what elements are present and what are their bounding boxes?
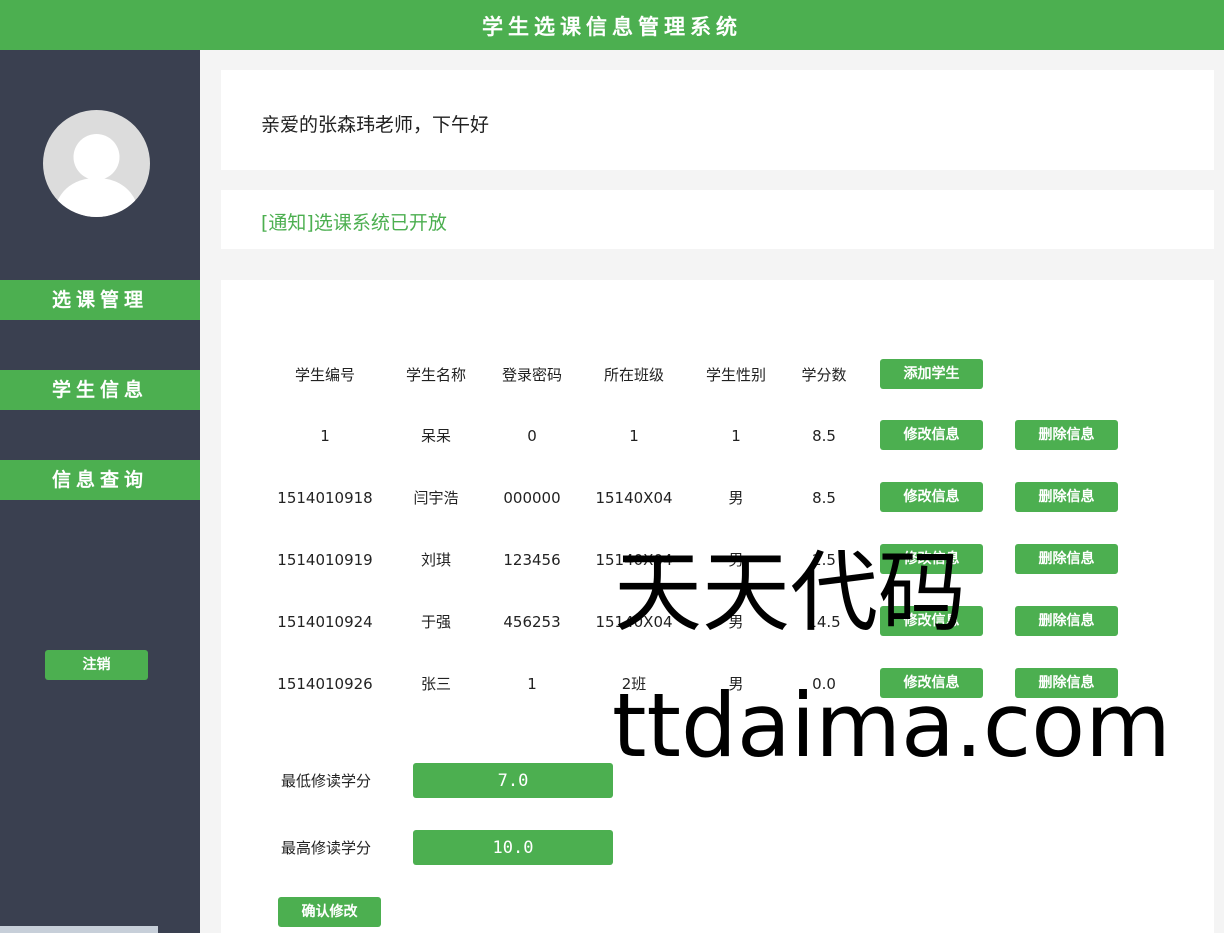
edit-info-button[interactable]: 修改信息 [880, 668, 983, 698]
table-cell-password: 1 [527, 675, 537, 693]
edit-info-button[interactable]: 修改信息 [880, 606, 983, 636]
table-cell-student-name: 呆呆 [420, 427, 451, 445]
table-cell-class: 15140X04 [595, 489, 673, 507]
table-cell-class: 15140X04 [595, 613, 673, 631]
table-cell-class: 1 [629, 427, 639, 445]
delete-info-button[interactable]: 删除信息 [1015, 482, 1118, 512]
delete-info-button[interactable]: 删除信息 [1015, 420, 1118, 450]
edit-info-button[interactable]: 修改信息 [880, 420, 983, 450]
table-cell-credits: 8.5 [812, 427, 836, 445]
column-header-student-id: 学生编号 [294, 366, 355, 384]
max-credits-label: 最高修读学分 [281, 839, 372, 857]
table-cell-credits: 8.5 [812, 489, 836, 507]
notice-panel: [通知]选课系统已开放 [221, 190, 1214, 249]
table-cell-class: 15140X04 [595, 551, 673, 569]
add-student-button[interactable]: 添加学生 [880, 359, 983, 389]
sidebar-item-course-management[interactable]: 选课管理 [0, 280, 200, 320]
edit-info-button[interactable]: 修改信息 [880, 544, 983, 574]
table-cell-student-name: 刘琪 [420, 551, 451, 569]
table-cell-credits: 2.5 [812, 551, 836, 569]
column-header-student-name: 学生名称 [405, 366, 466, 384]
sidebar-item-label: 选课管理 [51, 289, 148, 311]
delete-info-button[interactable]: 删除信息 [1015, 606, 1118, 636]
sidebar-item-label: 学生信息 [51, 379, 148, 401]
status-strip [0, 926, 158, 933]
table-cell-password: 000000 [503, 489, 561, 507]
table-cell-class: 2班 [621, 675, 647, 693]
student-management-panel: 学生编号 学生名称 登录密码 所在班级 学生性别 学分数 添加学生 1 呆呆 0 1 1 8.5 修改信息… [221, 280, 1214, 933]
sidebar-item-label: 信息查询 [51, 469, 148, 491]
table-cell-password: 456253 [503, 613, 561, 631]
column-header-credits: 学分数 [801, 366, 847, 384]
delete-info-button[interactable]: 删除信息 [1015, 668, 1118, 698]
app-title-bar: 学生选课信息管理系统 [0, 0, 1224, 50]
table-cell-student-id: 1514010926 [277, 675, 373, 693]
table-cell-credits: 0.0 [812, 675, 836, 693]
greeting-panel: 亲爱的张森玮老师，下午好 [221, 70, 1214, 170]
table-cell-password: 123456 [503, 551, 561, 569]
table-cell-student-name: 闫宇浩 [413, 489, 459, 507]
sidebar-item-student-info[interactable]: 学生信息 [0, 370, 200, 410]
sidebar: 选课管理 学生信息 信息查询 注销 [0, 50, 200, 933]
table-cell-student-id: 1514010924 [277, 613, 373, 631]
table-cell-student-id: 1514010919 [277, 551, 373, 569]
table-cell-student-name: 张三 [420, 675, 451, 693]
min-credits-label: 最低修读学分 [281, 772, 372, 790]
notice-text: [通知]选课系统已开放 [261, 212, 447, 234]
user-avatar-icon [43, 110, 150, 217]
app-title: 学生选课信息管理系统 [482, 15, 742, 39]
column-header-class: 所在班级 [603, 366, 664, 384]
table-cell-student-name: 于强 [420, 613, 451, 631]
column-header-password: 登录密码 [501, 366, 562, 384]
logout-button[interactable]: 注销 [45, 650, 148, 680]
sidebar-item-info-query[interactable]: 信息查询 [0, 460, 200, 500]
edit-info-button[interactable]: 修改信息 [880, 482, 983, 512]
table-cell-student-id: 1514010918 [277, 489, 373, 507]
confirm-change-button[interactable]: 确认修改 [278, 897, 381, 927]
table-cell-password: 0 [527, 427, 537, 445]
table-cell-credits: 14.5 [807, 613, 841, 631]
delete-info-button[interactable]: 删除信息 [1015, 544, 1118, 574]
max-credits-input[interactable] [413, 830, 613, 865]
greeting-text: 亲爱的张森玮老师，下午好 [261, 114, 490, 136]
min-credits-input[interactable] [413, 763, 613, 798]
table-cell-student-id: 1 [320, 427, 330, 445]
